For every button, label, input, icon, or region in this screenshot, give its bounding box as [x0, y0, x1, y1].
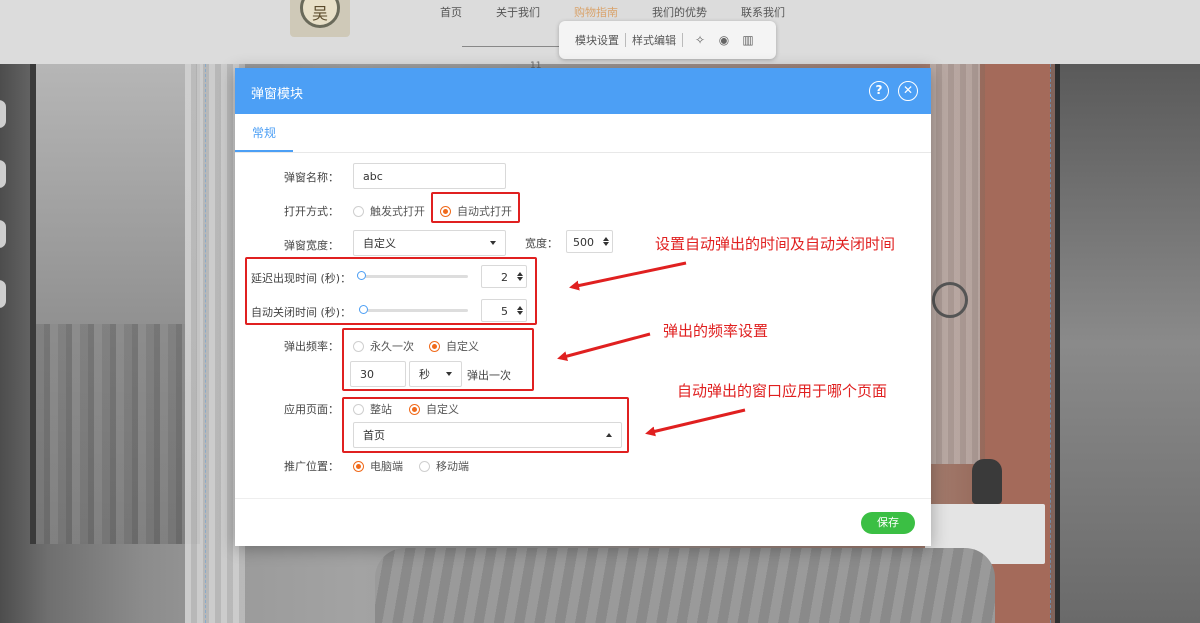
annotation-arrows: [557, 261, 746, 437]
arrow-frequency: [557, 332, 651, 362]
arrow-pages: [645, 408, 746, 437]
arrow-timing: [569, 261, 687, 291]
